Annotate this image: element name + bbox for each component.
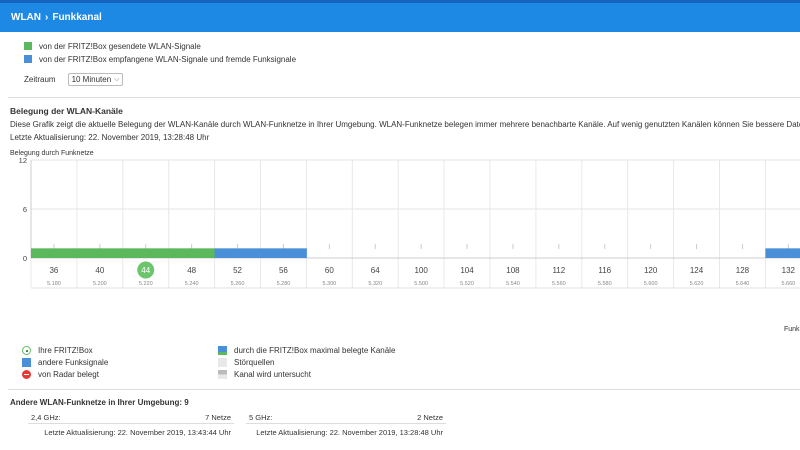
channel-label: 108 xyxy=(506,266,520,275)
blue-square-icon xyxy=(22,358,31,367)
channel-label: 124 xyxy=(690,266,704,275)
frequency-label: 5.300 xyxy=(322,281,336,287)
y-tick-label: 6 xyxy=(23,205,27,214)
y-tick-label: 12 xyxy=(19,156,27,165)
legend-sent-label: von der FRITZ!Box gesendete WLAN-Signale xyxy=(39,41,201,51)
frequency-label: 5.560 xyxy=(552,281,566,287)
legend-own: Ihre FRITZ!Box xyxy=(22,346,93,355)
legend-radar-label: von Radar belegt xyxy=(38,370,99,379)
frequency-label: 5.180 xyxy=(47,281,61,287)
own-box-icon xyxy=(22,346,31,355)
chevron-right-icon: › xyxy=(45,12,49,23)
divider xyxy=(8,389,800,390)
channel-bar xyxy=(31,248,78,258)
channel-bar xyxy=(765,248,800,258)
frequency-label: 5.620 xyxy=(690,281,704,287)
channel-label: 128 xyxy=(736,266,750,275)
channel-label: 44 xyxy=(141,266,150,275)
legend-max: durch die FRITZ!Box maximal belegte Kanä… xyxy=(218,346,395,355)
chevron-down-icon: ⌵ xyxy=(114,75,120,83)
frequency-label: 5.500 xyxy=(414,281,428,287)
band-5-label: 5 GHz: xyxy=(249,412,273,422)
channel-label: 36 xyxy=(49,266,58,275)
legend-received: von der FRITZ!Box empfangene WLAN-Signal… xyxy=(24,53,296,65)
frequency-label: 5.660 xyxy=(781,281,795,287)
frequency-label: 5.540 xyxy=(506,281,520,287)
channel-bar xyxy=(76,248,124,258)
band-24-count: 7 Netze xyxy=(205,412,231,422)
frequency-label: 5.580 xyxy=(598,281,612,287)
channel-label: 100 xyxy=(414,266,428,275)
channel-label: 52 xyxy=(233,266,242,275)
frequency-label: 5.240 xyxy=(185,281,199,287)
frequency-label: 5.260 xyxy=(231,281,245,287)
band-24-label: 2,4 GHz: xyxy=(31,412,61,422)
legend-stoer-label: Störquellen xyxy=(234,358,275,367)
channel-label: 40 xyxy=(95,266,104,275)
channel-chart: 1260365.180405.200445.220485.240525.2605… xyxy=(19,156,800,289)
frequency-label: 5.600 xyxy=(644,281,658,287)
breadcrumb: WLAN › Funkkanal xyxy=(11,12,102,23)
radar-icon xyxy=(22,370,31,379)
section-updated: Letzte Aktualisierung: 22. November 2019… xyxy=(10,133,210,142)
legend-unt: Kanal wird untersucht xyxy=(218,370,311,379)
band-24-box: 2,4 GHz: 7 Netze Letzte Aktualisierung: … xyxy=(28,411,234,445)
band-24-updated: Letzte Aktualisierung: 22. November 2019… xyxy=(44,428,231,437)
section-description: Diese Grafik zeigt die aktuelle Belegung… xyxy=(10,120,800,129)
scanning-icon xyxy=(218,370,227,379)
legend-own-label: Ihre FRITZ!Box xyxy=(38,346,93,355)
legend-stoer: Störquellen xyxy=(218,358,274,367)
y-tick-label: 0 xyxy=(23,254,27,263)
legend-radar: von Radar belegt xyxy=(22,370,99,379)
max-channels-icon xyxy=(218,346,227,355)
frequency-label: 5.640 xyxy=(736,281,750,287)
breadcrumb-wlan[interactable]: WLAN xyxy=(11,12,41,23)
zeitraum-label: Zeitraum xyxy=(24,75,56,84)
blue-square-icon xyxy=(24,55,32,63)
zeitraum-row: Zeitraum 10 Minuten ⌵ xyxy=(24,73,124,86)
divider xyxy=(8,97,800,98)
channel-label: 104 xyxy=(460,266,474,275)
frequency-label: 5.520 xyxy=(460,281,474,287)
band-5-box: 5 GHz: 2 Netze Letzte Aktualisierung: 22… xyxy=(246,411,446,445)
channel-label: 120 xyxy=(644,266,658,275)
frequency-label: 5.200 xyxy=(93,281,107,287)
channel-label: 56 xyxy=(279,266,288,275)
legend-other-label: andere Funksignale xyxy=(38,358,109,367)
legend-received-label: von der FRITZ!Box empfangene WLAN-Signal… xyxy=(39,54,297,64)
funk-label: Funk xyxy=(784,326,800,333)
frequency-label: 5.280 xyxy=(277,281,291,287)
channel-label: 112 xyxy=(552,266,565,275)
top-bar: WLAN › Funkkanal xyxy=(0,0,800,32)
channel-bar xyxy=(260,248,307,258)
channel-label: 48 xyxy=(187,266,196,275)
legend-unt-label: Kanal wird untersucht xyxy=(234,370,311,379)
frequency-label: 5.320 xyxy=(368,281,382,287)
channel-bar xyxy=(122,248,170,258)
section-title: Belegung der WLAN-Kanäle xyxy=(10,106,123,116)
breadcrumb-funkkanal: Funkkanal xyxy=(52,12,102,23)
band-5-count: 2 Netze xyxy=(417,412,443,422)
green-square-icon xyxy=(24,42,32,50)
other-networks-title: Andere WLAN-Funknetze in Ihrer Umgebung:… xyxy=(10,398,189,407)
channel-bar xyxy=(168,248,216,258)
band-5-updated: Letzte Aktualisierung: 22. November 2019… xyxy=(256,428,443,437)
channel-label: 132 xyxy=(782,266,796,275)
frequency-label: 5.220 xyxy=(139,281,153,287)
channel-bar xyxy=(214,248,261,258)
zeitraum-select[interactable]: 10 Minuten ⌵ xyxy=(67,73,124,86)
legend-max-label: durch die FRITZ!Box maximal belegte Kanä… xyxy=(234,346,396,355)
legend-other: andere Funksignale xyxy=(22,358,108,367)
channel-label: 116 xyxy=(598,266,611,275)
legend-sent: von der FRITZ!Box gesendete WLAN-Signale xyxy=(24,40,296,52)
signal-legend: von der FRITZ!Box gesendete WLAN-Signale… xyxy=(24,40,296,66)
zeitraum-value: 10 Minuten xyxy=(71,75,112,84)
channel-label: 60 xyxy=(325,266,334,275)
interference-icon xyxy=(218,358,227,367)
channel-label: 64 xyxy=(371,266,380,275)
